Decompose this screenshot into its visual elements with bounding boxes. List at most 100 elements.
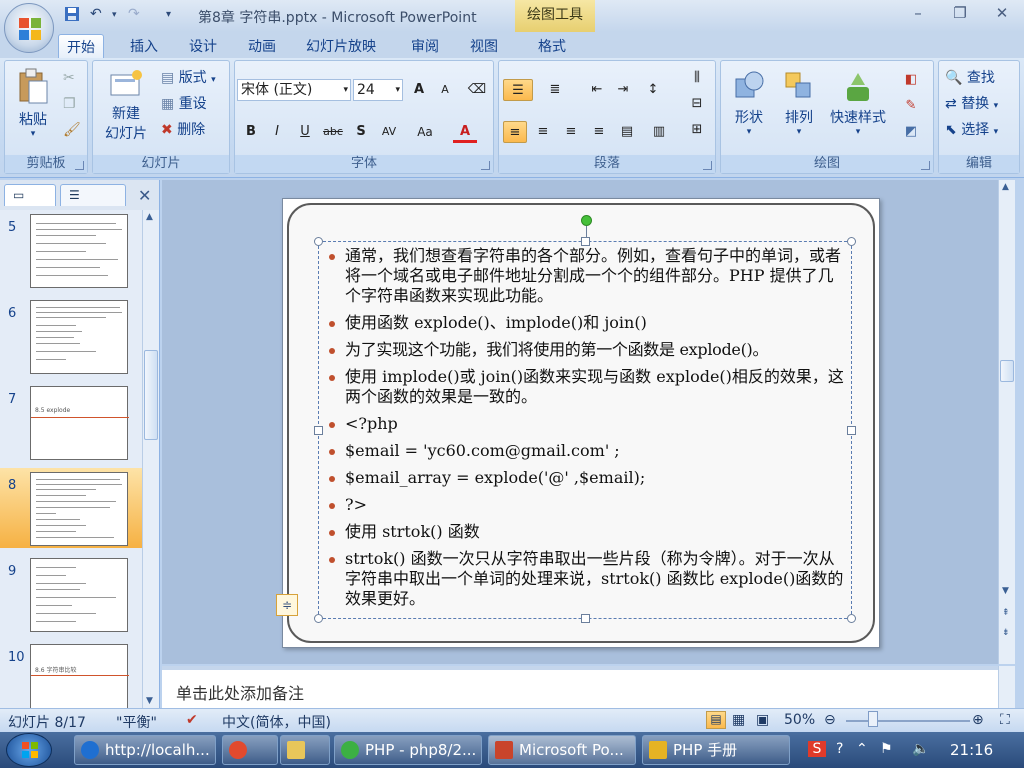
- tab-review[interactable]: 审阅: [403, 34, 447, 58]
- scroll-down-icon[interactable]: ▼: [1002, 586, 1009, 596]
- shape-fill-icon[interactable]: ◧: [899, 69, 923, 91]
- fit-to-window-icon[interactable]: ⛶: [1000, 712, 1010, 728]
- previous-slide-icon[interactable]: ⇞: [1002, 608, 1010, 618]
- numbering-button[interactable]: ≣: [543, 79, 567, 101]
- shape-outline-icon[interactable]: ✎: [899, 95, 923, 117]
- delete-slide-button[interactable]: ✖ 删除: [161, 119, 205, 141]
- redo-icon[interactable]: ↷: [128, 6, 140, 26]
- smartart-button[interactable]: ⊞: [685, 119, 709, 141]
- spelling-check-icon[interactable]: ✔: [186, 712, 198, 728]
- justify-button[interactable]: ≡: [587, 121, 611, 143]
- new-slide-button[interactable]: 新建 幻灯片: [97, 69, 155, 143]
- slide-thumb-8[interactable]: 8: [0, 468, 142, 548]
- autofit-options-icon[interactable]: ≑: [276, 594, 298, 616]
- resize-handle-s[interactable]: [581, 614, 590, 623]
- scroll-up-icon[interactable]: ▲: [1002, 182, 1009, 192]
- resize-handle-nw[interactable]: [314, 237, 323, 246]
- slide-thumb-5[interactable]: 5: [0, 210, 142, 290]
- zoom-slider-track[interactable]: [846, 720, 970, 722]
- shapes-button[interactable]: 形状 ▾: [727, 69, 771, 137]
- slide-scrollbar[interactable]: ▲ ▼ ⇞ ⇟: [998, 180, 1015, 664]
- resize-handle-se[interactable]: [847, 614, 856, 623]
- align-text-button[interactable]: ⊟: [685, 93, 709, 115]
- shrink-font-button[interactable]: A: [433, 79, 457, 101]
- tab-format[interactable]: 格式: [530, 34, 574, 58]
- char-spacing-button[interactable]: AV: [377, 121, 401, 143]
- zoom-slider-thumb[interactable]: [868, 711, 878, 727]
- scroll-up-icon[interactable]: ▲: [146, 212, 153, 222]
- zoom-level[interactable]: 50%: [784, 712, 815, 728]
- underline-button[interactable]: U: [293, 121, 317, 143]
- close-button[interactable]: ✕: [988, 4, 1016, 24]
- normal-view-icon[interactable]: ▤: [706, 711, 726, 729]
- slide-thumb-10[interactable]: 10 8.6 字符串比较: [0, 640, 142, 708]
- find-button[interactable]: 🔍 查找: [945, 67, 995, 89]
- text-direction-button[interactable]: ⫼: [685, 67, 709, 89]
- strikethrough-button[interactable]: abc: [321, 121, 345, 143]
- taskbar-php-editor[interactable]: PHP - php8/2...: [334, 735, 482, 765]
- undo-icon[interactable]: ↶: [90, 6, 102, 26]
- slide-sorter-view-icon[interactable]: ▦: [732, 712, 745, 728]
- resize-handle-w[interactable]: [314, 426, 323, 435]
- notes-scrollbar[interactable]: [998, 666, 1015, 708]
- replace-button[interactable]: ⇄ 替换 ▾: [945, 93, 998, 115]
- select-button[interactable]: ⬉ 选择 ▾: [945, 119, 998, 141]
- notes-pane[interactable]: 单击此处添加备注: [162, 666, 998, 708]
- slide-thumb-6[interactable]: 6: [0, 296, 142, 376]
- decrease-indent-button[interactable]: ⇤: [585, 79, 609, 101]
- font-name-combo[interactable]: 宋体 (正文) ▾: [237, 79, 351, 101]
- layout-button[interactable]: ▤ 版式 ▾: [161, 67, 216, 89]
- taskbar-ie[interactable]: http://localh...: [74, 735, 216, 765]
- tab-slideshow[interactable]: 幻灯片放映: [298, 34, 384, 58]
- resize-handle-ne[interactable]: [847, 237, 856, 246]
- minimize-button[interactable]: –: [904, 4, 932, 24]
- align-center-button[interactable]: ≡: [531, 121, 555, 143]
- clear-format-icon[interactable]: ⌫: [465, 79, 489, 101]
- restore-button[interactable]: ❐: [946, 4, 974, 24]
- ime-icon[interactable]: S: [808, 741, 826, 757]
- paste-button[interactable]: 粘贴 ▾: [11, 67, 55, 139]
- close-panel-icon[interactable]: ✕: [138, 186, 151, 205]
- office-button[interactable]: [4, 3, 54, 53]
- resize-handle-n[interactable]: [581, 237, 590, 246]
- scroll-down-icon[interactable]: ▼: [146, 696, 153, 706]
- cut-icon[interactable]: ✂: [63, 67, 75, 89]
- slideshow-view-icon[interactable]: ▣: [756, 712, 769, 728]
- slide-thumb-7[interactable]: 7 8.5 explode: [0, 382, 142, 462]
- slide-thumb-9[interactable]: 9: [0, 554, 142, 634]
- reset-button[interactable]: ▦ 重设: [161, 93, 207, 115]
- taskbar-explorer[interactable]: [280, 735, 330, 765]
- increase-indent-button[interactable]: ⇥: [611, 79, 635, 101]
- volume-icon[interactable]: 🔈: [912, 741, 929, 757]
- format-painter-icon[interactable]: 🖌: [63, 119, 81, 141]
- line-spacing-button[interactable]: ↕: [641, 79, 665, 101]
- text-placeholder[interactable]: 通常，我们想查看字符串的各个部分。例如，查看句子中的单词，或者将一个域名或电子邮…: [314, 237, 856, 623]
- shadow-button[interactable]: S: [349, 121, 373, 143]
- tray-help-icon[interactable]: ?: [836, 741, 843, 757]
- copy-icon[interactable]: ❐: [63, 93, 76, 115]
- next-slide-icon[interactable]: ⇟: [1002, 628, 1010, 638]
- undo-dropdown-icon[interactable]: ▾: [112, 10, 117, 30]
- align-right-button[interactable]: ≡: [559, 121, 583, 143]
- tab-animation[interactable]: 动画: [240, 34, 284, 58]
- taskbar-chrome[interactable]: [222, 735, 278, 765]
- grow-font-button[interactable]: A: [407, 79, 431, 101]
- align-left-button[interactable]: ≡: [503, 121, 527, 143]
- slides-tab[interactable]: ▭: [4, 184, 56, 206]
- paragraph-launcher-icon[interactable]: [703, 161, 712, 170]
- italic-button[interactable]: I: [265, 121, 289, 143]
- resize-handle-sw[interactable]: [314, 614, 323, 623]
- tray-expand-icon[interactable]: ⌃: [856, 741, 868, 757]
- outline-tab[interactable]: ☰: [60, 184, 126, 206]
- distribute-button[interactable]: ▤: [615, 121, 639, 143]
- columns-button[interactable]: ▥: [647, 121, 671, 143]
- resize-handle-e[interactable]: [847, 426, 856, 435]
- save-icon[interactable]: [64, 6, 80, 26]
- font-launcher-icon[interactable]: [481, 161, 490, 170]
- shape-effects-icon[interactable]: ◩: [899, 121, 923, 143]
- bold-button[interactable]: B: [239, 121, 263, 143]
- tab-design[interactable]: 设计: [181, 34, 225, 58]
- zoom-out-icon[interactable]: ⊖: [824, 712, 836, 728]
- scroll-thumb[interactable]: [144, 350, 158, 440]
- taskbar-powerpoint[interactable]: Microsoft Po...: [488, 735, 636, 765]
